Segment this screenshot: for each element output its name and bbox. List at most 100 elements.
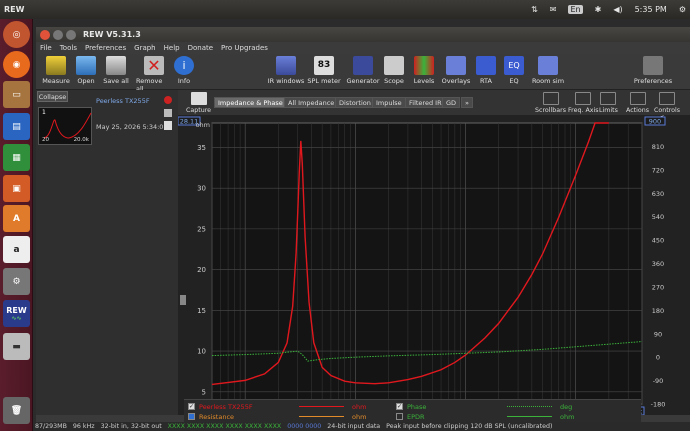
writer-icon[interactable]: ▤ bbox=[3, 113, 30, 140]
tab-all-impedance[interactable]: All Impedance bbox=[284, 97, 339, 108]
tab-filtered-ir[interactable]: Filtered IR bbox=[405, 97, 446, 108]
measurement-name[interactable]: Peerless TX255F bbox=[96, 97, 150, 105]
actions-button[interactable]: Actions bbox=[626, 92, 649, 114]
calc-icon[interactable]: ▦ bbox=[3, 144, 30, 171]
system-top-bar: REW ⇅ ✉ En ✱ ◀) 5:35 PM ⚙ bbox=[0, 0, 690, 19]
save-icon bbox=[106, 56, 126, 75]
scrollbars-button[interactable]: Scrollbars bbox=[535, 92, 566, 114]
y-right-tick-label: 450 bbox=[652, 237, 664, 245]
settings-gear-icon[interactable]: ⚙ bbox=[679, 5, 686, 14]
legend-unit: ohm bbox=[352, 402, 367, 411]
legend-name: EPDR bbox=[407, 412, 425, 421]
measure-label: Measure bbox=[42, 77, 70, 85]
controls-button[interactable]: Controls bbox=[654, 92, 680, 114]
menu-pro-upgrades[interactable]: Pro Upgrades bbox=[221, 44, 268, 52]
y-right-tick-label: -180 bbox=[651, 401, 666, 409]
minimize-window-button[interactable] bbox=[53, 29, 63, 40]
trash-icon[interactable]: 🗑 bbox=[3, 397, 30, 424]
graph-tabs-row: Capture Impedance & Phase All Impedance … bbox=[178, 90, 690, 115]
edit-measurement-icon[interactable] bbox=[164, 109, 172, 117]
collapse-button[interactable]: Collapse bbox=[37, 91, 68, 102]
software-center-icon[interactable]: A bbox=[3, 205, 30, 232]
arrows-icon[interactable]: ⇅ bbox=[531, 5, 538, 14]
generator-label: Generator bbox=[346, 77, 380, 85]
menu-graph[interactable]: Graph bbox=[134, 44, 155, 52]
legend-checkbox[interactable]: ✓ bbox=[396, 403, 403, 410]
legend-name: Peerless TX255F bbox=[199, 402, 253, 411]
room-sim-label: Room sim bbox=[531, 77, 565, 85]
measurement-thumbnail[interactable]: 1 20 20.0k bbox=[38, 107, 92, 145]
volume-icon[interactable]: ◀) bbox=[613, 5, 622, 14]
y-left-tick-label: 35 bbox=[197, 144, 206, 152]
legend-checkbox[interactable] bbox=[188, 413, 195, 420]
info-label: Info bbox=[177, 77, 191, 85]
generator-icon bbox=[353, 56, 373, 75]
tab-gd[interactable]: GD bbox=[442, 97, 461, 108]
system-settings-icon[interactable]: ⚙ bbox=[3, 268, 30, 295]
tab-impulse[interactable]: Impulse bbox=[372, 97, 406, 108]
room-sim-button[interactable]: Room sim bbox=[528, 56, 568, 85]
maximize-window-button[interactable] bbox=[66, 29, 76, 40]
eq-button[interactable]: EQ EQ bbox=[499, 56, 529, 85]
y-left-tick-label: 15 bbox=[197, 307, 206, 315]
scrollbars-icon bbox=[542, 92, 559, 105]
tab-impedance-phase[interactable]: Impedance & Phase bbox=[214, 97, 287, 108]
legend-entry[interactable]: Resistance ohm bbox=[188, 412, 388, 421]
disks-icon[interactable]: ▬ bbox=[3, 333, 30, 360]
vertical-scroll-thumb bbox=[180, 295, 186, 305]
wrench-icon bbox=[643, 56, 663, 75]
menu-file[interactable]: File bbox=[40, 44, 52, 52]
tab-distortion[interactable]: Distortion bbox=[335, 97, 375, 108]
eq-icon: EQ bbox=[504, 56, 524, 75]
graph-area: Capture Impedance & Phase All Impedance … bbox=[178, 90, 690, 415]
notes-icon[interactable] bbox=[164, 121, 172, 130]
levels-icon bbox=[414, 56, 434, 75]
legend-checkbox[interactable]: ✓ bbox=[188, 403, 195, 410]
info-button[interactable]: i Info bbox=[166, 56, 202, 85]
active-app-title: REW bbox=[4, 5, 25, 14]
levels-button[interactable]: Levels bbox=[406, 56, 442, 85]
memory-usage: 87/293MB bbox=[35, 423, 67, 430]
scrollbars-label: Scrollbars bbox=[535, 107, 566, 114]
legend-checkbox[interactable] bbox=[396, 413, 403, 420]
keyboard-layout-indicator[interactable]: En bbox=[568, 5, 583, 14]
close-window-button[interactable] bbox=[40, 29, 50, 40]
preferences-button[interactable]: Preferences bbox=[631, 56, 675, 85]
capture-button[interactable]: Capture bbox=[186, 92, 211, 114]
ir-windows-button[interactable]: IR windows bbox=[266, 56, 306, 85]
remove-measurement-icon[interactable] bbox=[164, 96, 172, 104]
menu-help[interactable]: Help bbox=[164, 44, 180, 52]
legend-entry[interactable]: EPDR ohm bbox=[396, 412, 596, 421]
legend-entry[interactable]: ✓ Phase deg bbox=[396, 402, 596, 411]
firefox-icon[interactable]: ◉ bbox=[3, 51, 30, 78]
bluetooth-icon[interactable]: ✱ bbox=[595, 5, 602, 14]
freq-axis-button[interactable]: Freq. Axis bbox=[568, 92, 599, 114]
impress-icon[interactable]: ▣ bbox=[3, 175, 30, 202]
files-icon[interactable]: ▭ bbox=[3, 81, 30, 108]
overlays-button[interactable]: Overlays bbox=[438, 56, 474, 85]
rew-app-icon[interactable]: REW ∿∿ bbox=[3, 300, 30, 327]
rta-button[interactable]: RTA bbox=[471, 56, 501, 85]
input-meter: XXXX XXXX XXXX XXXX XXXX XXXX bbox=[167, 423, 282, 430]
tabs-more-button[interactable]: » bbox=[461, 97, 473, 108]
bit-depth: 32-bit in, 32-bit out bbox=[100, 423, 162, 430]
legend-line-swatch bbox=[299, 416, 344, 417]
legend-entry[interactable]: ✓ Peerless TX255F ohm bbox=[188, 402, 388, 411]
impedance-phase-chart[interactable]: 5 10 15 20 25 30 35 -180 -90 0 90 180 270 360 450 540 63… bbox=[178, 115, 690, 415]
amazon-icon[interactable]: a bbox=[3, 236, 30, 263]
ubuntu-dash-icon[interactable]: ◎ bbox=[3, 21, 30, 48]
save-all-button[interactable]: Save all bbox=[98, 56, 134, 85]
menu-preferences[interactable]: Preferences bbox=[85, 44, 126, 52]
spl-meter-button[interactable]: 83 SPL meter bbox=[304, 56, 344, 85]
rew-main-window: REW V5.31.3 File Tools Preferences Graph… bbox=[36, 27, 690, 431]
save-all-label: Save all bbox=[103, 77, 129, 85]
measurement-date: May 25, 2026 5:34:07 bbox=[96, 123, 168, 131]
limits-label: Limits bbox=[599, 107, 618, 114]
legend-name: Resistance bbox=[199, 412, 235, 421]
mail-icon[interactable]: ✉ bbox=[550, 5, 557, 14]
clock[interactable]: 5:35 PM bbox=[635, 5, 667, 14]
camera-icon bbox=[190, 92, 207, 105]
menu-donate[interactable]: Donate bbox=[188, 44, 213, 52]
menu-tools[interactable]: Tools bbox=[60, 44, 77, 52]
limits-button[interactable]: Limits bbox=[599, 92, 618, 114]
